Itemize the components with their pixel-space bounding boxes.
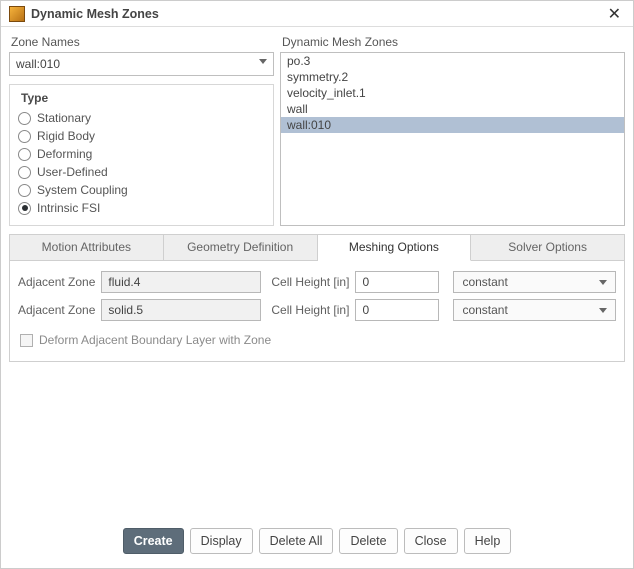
type-option-label: User-Defined [37,165,108,179]
type-group: Type Stationary Rigid Body Deforming User-D… [9,84,274,226]
chevron-down-icon [599,280,607,285]
radio-icon[interactable] [18,166,31,179]
type-option[interactable]: Deforming [18,145,265,163]
tab[interactable]: Meshing Options [318,235,472,261]
display-button[interactable]: Display [190,528,253,554]
radio-icon[interactable] [18,130,31,143]
type-option-label: Deforming [37,147,92,161]
meshing-row: Adjacent Zone solid.5 Cell Height [in] 0 con… [18,299,616,321]
help-button[interactable]: Help [464,528,512,554]
cell-height-method-value: constant [462,275,507,289]
cell-height-method-value: constant [462,303,507,317]
type-option-label: Stationary [37,111,91,125]
cell-height-field[interactable]: 0 [355,271,439,293]
type-option-label: Rigid Body [37,129,95,143]
list-item[interactable]: symmetry.2 [281,69,624,85]
type-option-label: System Coupling [37,183,128,197]
right-column: Dynamic Mesh Zones po.3symmetry.2velocit… [280,33,625,226]
tab-strip: Motion AttributesGeometry DefinitionMesh… [9,234,625,261]
title-bar: Dynamic Mesh Zones ✕ [1,1,633,27]
type-option[interactable]: Stationary [18,109,265,127]
adjacent-zone-field[interactable]: fluid.4 [101,271,261,293]
deform-checkbox-row[interactable]: Deform Adjacent Boundary Layer with Zone [20,333,616,347]
list-item[interactable]: po.3 [281,53,624,69]
upper-pane: Zone Names wall:010 Type Stationary Rigid… [1,27,633,228]
radio-icon[interactable] [18,148,31,161]
tab[interactable]: Motion Attributes [10,235,164,261]
radio-icon[interactable] [18,202,31,215]
adjacent-zone-label: Adjacent Zone [18,275,95,289]
type-option[interactable]: Rigid Body [18,127,265,145]
cell-height-method-dropdown[interactable]: constant [453,271,616,293]
list-item[interactable]: velocity_inlet.1 [281,85,624,101]
close-icon[interactable]: ✕ [604,4,625,24]
radio-icon[interactable] [18,184,31,197]
dmz-listbox[interactable]: po.3symmetry.2velocity_inlet.1wallwall:0… [280,52,625,226]
tab[interactable]: Solver Options [471,235,624,261]
create-button[interactable]: Create [123,528,184,554]
zone-names-dropdown[interactable]: wall:010 [9,52,274,76]
adjacent-zone-field[interactable]: solid.5 [101,299,261,321]
cell-height-field[interactable]: 0 [355,299,439,321]
cell-height-method-dropdown[interactable]: constant [453,299,616,321]
type-option[interactable]: Intrinsic FSI [18,199,265,217]
window-title: Dynamic Mesh Zones [31,7,159,21]
zone-names-value: wall:010 [16,57,60,71]
type-option-label: Intrinsic FSI [37,201,100,215]
list-item[interactable]: wall [281,101,624,117]
tab-panel-meshing-options: Adjacent Zone fluid.4 Cell Height [in] 0 con… [9,261,625,362]
zone-names-label: Zone Names [11,35,274,49]
cell-height-label: Cell Height [in] [271,275,349,289]
dmz-list-label: Dynamic Mesh Zones [282,35,625,49]
meshing-row: Adjacent Zone fluid.4 Cell Height [in] 0 con… [18,271,616,293]
chevron-down-icon [599,308,607,313]
button-bar: Create Display Delete All Delete Close H… [1,518,633,568]
chevron-down-icon [259,59,267,64]
deform-checkbox-label: Deform Adjacent Boundary Layer with Zone [39,333,271,347]
close-button[interactable]: Close [404,528,458,554]
adjacent-zone-label: Adjacent Zone [18,303,95,317]
cell-height-label: Cell Height [in] [271,303,349,317]
app-icon [9,6,25,22]
list-item[interactable]: wall:010 [281,117,624,133]
deform-checkbox[interactable] [20,334,33,347]
type-group-title: Type [18,91,51,105]
delete-button[interactable]: Delete [339,528,397,554]
left-column: Zone Names wall:010 Type Stationary Rigid… [9,33,274,226]
tab[interactable]: Geometry Definition [164,235,318,261]
type-option[interactable]: User-Defined [18,163,265,181]
radio-icon[interactable] [18,112,31,125]
delete-all-button[interactable]: Delete All [259,528,334,554]
type-option[interactable]: System Coupling [18,181,265,199]
